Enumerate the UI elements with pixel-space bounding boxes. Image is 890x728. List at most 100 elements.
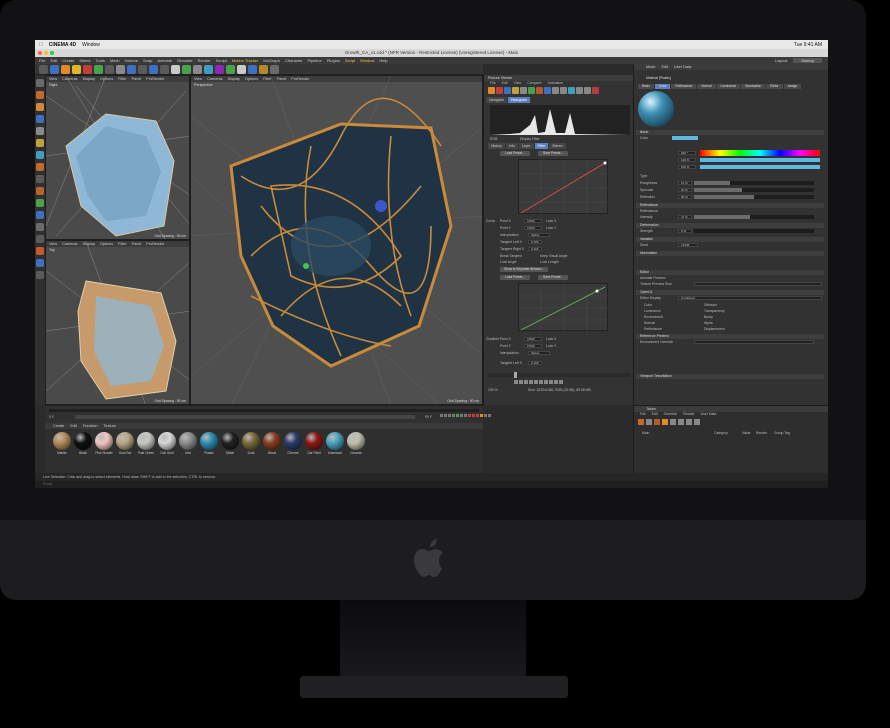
apple-menu-icon[interactable]:  [39, 42, 43, 48]
layout-select[interactable]: Startup [793, 58, 822, 63]
pv-transport-button-icon[interactable] [539, 380, 543, 384]
c4d-menu-item[interactable]: Edit [50, 58, 57, 63]
transport-button-icon[interactable] [484, 414, 487, 417]
pv-tool-icon[interactable] [568, 87, 575, 94]
pv-transport-button-icon[interactable] [544, 380, 548, 384]
close-icon[interactable] [38, 51, 42, 55]
value-field[interactable]: 100 % [678, 165, 696, 169]
transport-button-icon[interactable] [452, 414, 455, 417]
toolbar-tool-icon[interactable] [270, 65, 279, 74]
takes-menu-file[interactable]: File [640, 412, 646, 417]
pv-menu-compare[interactable]: Compare [527, 81, 541, 86]
tangent-left-field-2[interactable]: 0.166 [528, 361, 542, 365]
material-swatch[interactable]: Wood [263, 432, 281, 456]
takes-tool-icon[interactable] [670, 419, 676, 425]
mat-menu-function[interactable]: Function [83, 424, 98, 428]
mode-tool-icon[interactable] [36, 91, 44, 99]
section-editor[interactable]: Editor [636, 270, 824, 275]
point-x-field-2[interactable]: 0.500 [524, 337, 542, 341]
transport-button-icon[interactable] [472, 414, 475, 417]
section-reflectance[interactable]: Reflectance [636, 203, 824, 208]
takes-tool-icon[interactable] [638, 419, 644, 425]
section-basic[interactable]: Basic [636, 130, 824, 135]
editor-display-select[interactable]: Combined [678, 296, 822, 300]
saturation-slider[interactable] [700, 158, 820, 162]
takes-tool-icon[interactable] [686, 419, 692, 425]
toolbar-tool-icon[interactable] [94, 65, 103, 74]
c4d-menu-item[interactable]: Snap [143, 58, 152, 63]
load-preset-button[interactable]: Load Preset... [500, 151, 530, 156]
mode-tool-icon[interactable] [36, 103, 44, 111]
pv-tool-icon[interactable] [512, 87, 519, 94]
toolbar-tool-icon[interactable] [105, 65, 114, 74]
attr-tab[interactable]: Luminance [716, 84, 741, 89]
toolbar-tool-icon[interactable] [138, 65, 147, 74]
toolbar-tool-icon[interactable] [83, 65, 92, 74]
pv-tool-icon[interactable] [584, 87, 591, 94]
attr-tab[interactable]: Editor [766, 84, 783, 89]
takes-tool-icon[interactable] [646, 419, 652, 425]
toolbar-tool-icon[interactable] [39, 65, 48, 74]
transport-button-icon[interactable] [448, 414, 451, 417]
timeline[interactable]: 0 F 90 F [45, 405, 491, 423]
lock-x-checkbox-2[interactable]: Lock X [546, 337, 556, 341]
pv-tool-icon[interactable] [504, 87, 511, 94]
roughness-field[interactable]: 10 % [678, 181, 692, 185]
mode-tool-icon[interactable] [36, 127, 44, 135]
tab-stereo[interactable]: Stereo [549, 143, 566, 149]
material-swatch[interactable]: Car Paint [305, 432, 323, 456]
c4d-menu-item[interactable]: Pipeline [308, 58, 322, 63]
pv-transport-button-icon[interactable] [514, 380, 518, 384]
pv-menu-animation[interactable]: Animation [548, 81, 564, 86]
c4d-menu-item[interactable]: Simulate [177, 58, 193, 63]
opengl-alpha-checkbox[interactable]: Alpha [704, 321, 713, 326]
pv-slider[interactable] [488, 372, 630, 378]
toolbar-tool-icon[interactable] [72, 65, 81, 74]
c4d-menu-item[interactable]: Select [79, 58, 90, 63]
keep-visual-angle-checkbox[interactable]: Keep Visual Angle [540, 254, 567, 258]
transport-button-icon[interactable] [476, 414, 479, 417]
opengl-diffusion-checkbox[interactable]: Diffusion [704, 303, 717, 308]
color-spectrum[interactable] [700, 150, 820, 156]
toolbar-tool-icon[interactable] [259, 65, 268, 74]
saturation-field[interactable]: 100 % [678, 158, 696, 162]
mode-tool-icon[interactable] [36, 271, 44, 279]
pv-tool-icon[interactable] [552, 87, 559, 94]
save-preset-button[interactable]: Save Preset... [538, 151, 568, 156]
opengl-normal-checkbox[interactable]: Normal [644, 321, 655, 326]
transport-button-icon[interactable] [488, 414, 491, 417]
c4d-menu-item[interactable]: Volume [125, 58, 138, 63]
pv-tool-icon[interactable] [592, 87, 599, 94]
start-frame[interactable]: 0 F [49, 415, 54, 419]
takes-tool-icon[interactable] [654, 419, 660, 425]
c4d-menu-item[interactable]: Motion Tracker [232, 58, 258, 63]
c4d-menu-item[interactable]: Character [285, 58, 303, 63]
mode-tool-icon[interactable] [36, 175, 44, 183]
reflection-field[interactable]: 50 % [678, 195, 692, 199]
c4d-menu-item[interactable]: Window [360, 58, 374, 63]
takes-tool-icon[interactable] [662, 419, 668, 425]
interpolation-select-2[interactable]: Spline [528, 351, 550, 355]
opengl-luminance-checkbox[interactable]: Luminance [644, 309, 661, 314]
pv-tool-icon[interactable] [496, 87, 503, 94]
mode-tool-icon[interactable] [36, 235, 44, 243]
pv-tool-icon[interactable] [536, 87, 543, 94]
transport-button-icon[interactable] [468, 414, 471, 417]
takes-menu-render[interactable]: Render [683, 412, 694, 417]
timeline-ruler[interactable] [49, 409, 479, 412]
mat-menu-edit[interactable]: Edit [70, 424, 77, 428]
opengl-reflectance-checkbox[interactable]: Reflectance [644, 327, 662, 332]
gradient-curve-graph[interactable] [518, 283, 609, 332]
intensity-slider[interactable] [694, 215, 814, 219]
takes-menu-override[interactable]: Override [664, 412, 677, 417]
lock-x-checkbox[interactable]: Lock X [546, 219, 556, 223]
end-frame[interactable]: 90 F [425, 415, 432, 419]
strength-field[interactable]: 0 % [678, 229, 692, 233]
toolbar-tool-icon[interactable] [50, 65, 59, 74]
c4d-menu-item[interactable]: Plugins [327, 58, 340, 63]
toolbar-tool-icon[interactable] [248, 65, 257, 74]
pv-tool-icon[interactable] [576, 87, 583, 94]
c4d-menu-item[interactable]: Mesh [110, 58, 120, 63]
specular-field[interactable]: 20 % [678, 188, 692, 192]
attr-tab[interactable]: Reflectance [671, 84, 697, 89]
